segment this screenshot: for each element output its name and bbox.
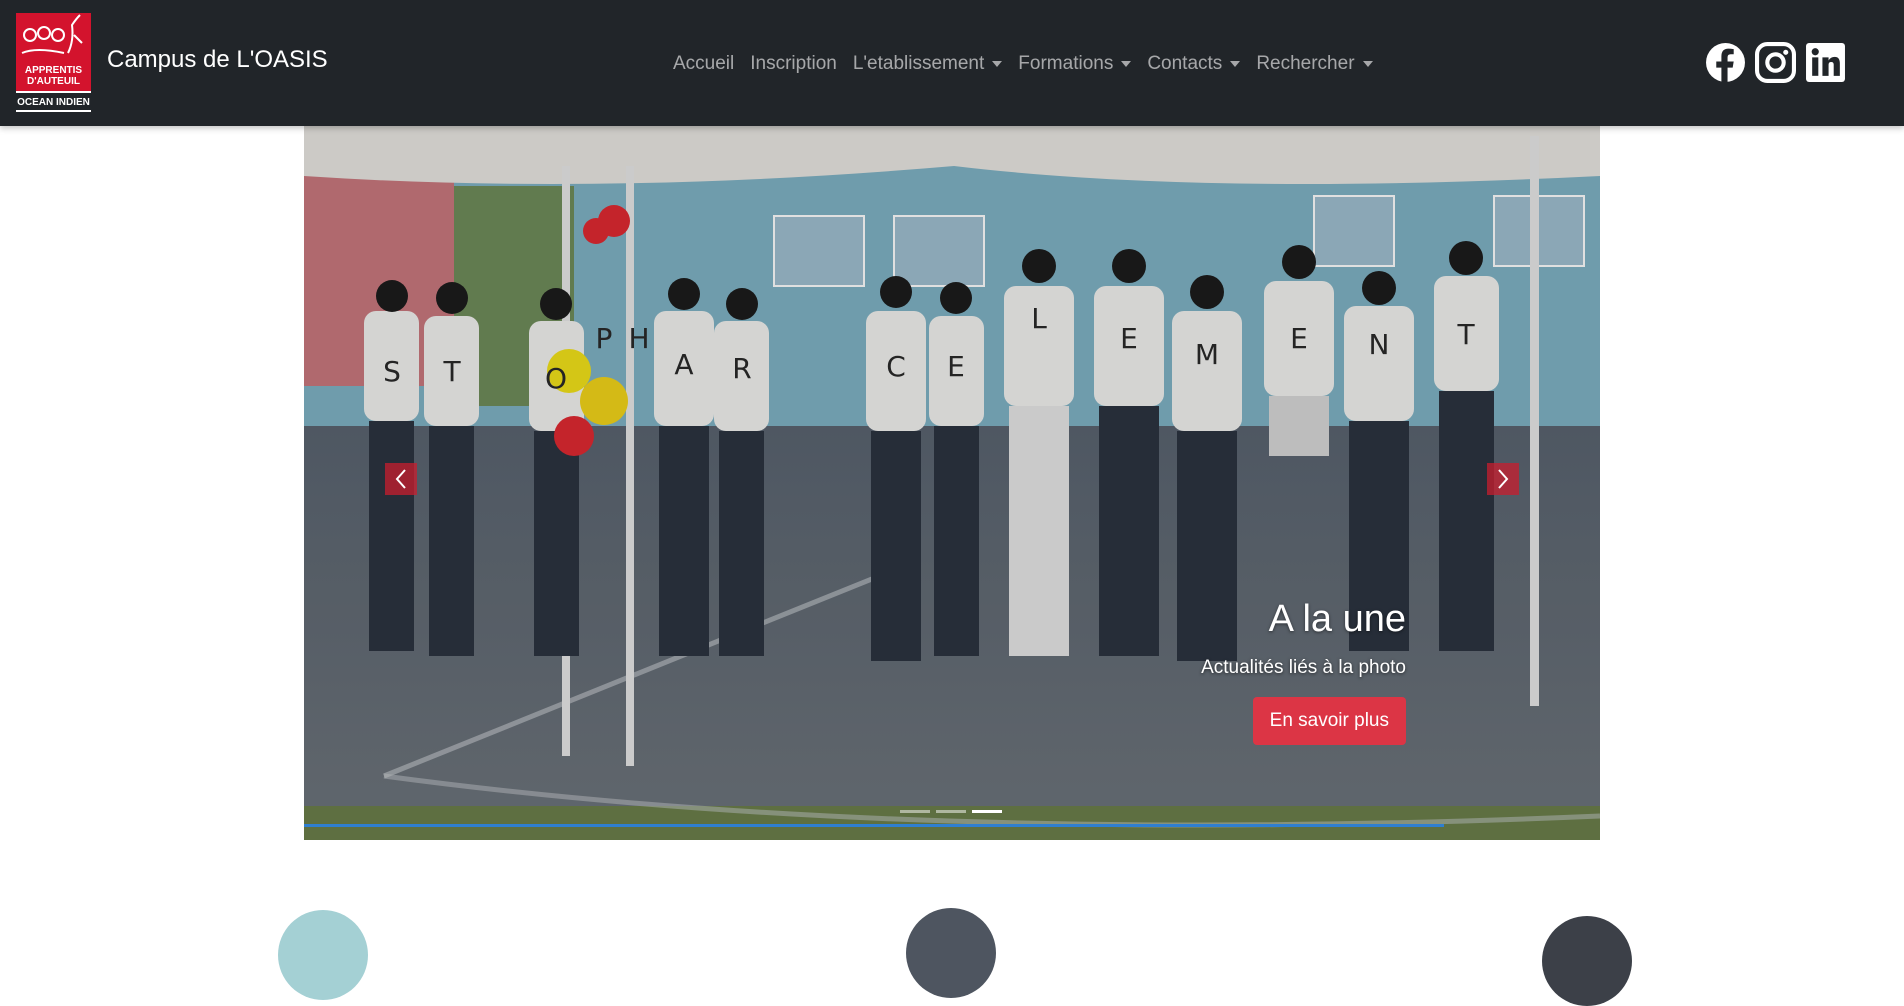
carousel-indicators <box>900 810 1002 813</box>
nav-rechercher-dropdown[interactable]: Rechercher <box>1248 50 1380 78</box>
slide-caption: A la une Actualités liés à la photo En s… <box>1201 596 1406 745</box>
nav-inscription[interactable]: Inscription <box>742 50 845 78</box>
logo-text-line2: D'AUTEUIL <box>27 76 80 87</box>
caret-down-icon <box>1230 61 1241 67</box>
logo-text-line1: APPRENTIS <box>24 65 83 76</box>
caret-down-icon <box>992 61 1003 67</box>
caption-title: A la une <box>1268 598 1406 640</box>
instagram-icon[interactable] <box>1755 42 1796 83</box>
chevron-left-icon <box>395 469 406 489</box>
nav-label: L'etablissement <box>852 53 985 74</box>
feature-circle-image[interactable] <box>1542 916 1632 1006</box>
learn-more-button[interactable]: En savoir plus <box>1252 697 1406 745</box>
facebook-icon[interactable] <box>1705 42 1746 83</box>
nav-label: Inscription <box>750 53 837 74</box>
caret-down-icon <box>1121 61 1132 67</box>
nav-label: Formations <box>1018 53 1114 74</box>
nav-label: Contacts <box>1147 53 1223 74</box>
nav-etablissement-dropdown[interactable]: L'etablissement <box>845 50 1010 78</box>
logo-subtitle: OCEAN INDIEN <box>16 93 91 112</box>
carousel-indicator-3[interactable] <box>972 810 1002 813</box>
logo-red-block: APPRENTIS D'AUTEUIL <box>16 13 91 91</box>
linkedin-icon[interactable] <box>1805 42 1846 83</box>
carousel-prev-button[interactable] <box>385 463 417 495</box>
carousel-next-button[interactable] <box>1487 463 1519 495</box>
social-links <box>1705 42 1846 83</box>
nav-label: Accueil <box>673 53 735 74</box>
apprentis-auteuil-logo[interactable]: APPRENTIS D'AUTEUIL OCEAN INDIEN <box>16 13 91 112</box>
carousel-indicator-1[interactable] <box>900 810 930 813</box>
nav-contacts-dropdown[interactable]: Contacts <box>1139 50 1248 78</box>
nav-accueil[interactable]: Accueil <box>665 50 742 78</box>
feature-circle-image[interactable] <box>278 910 368 1000</box>
caption-text: Actualités liés à la photo <box>1201 657 1406 678</box>
main-nav: Accueil Inscription L'etablissement Form… <box>665 50 1381 78</box>
feature-circle-image[interactable] <box>906 908 996 998</box>
caret-down-icon <box>1362 61 1373 67</box>
site-title[interactable]: Campus de L'OASIS <box>107 46 328 74</box>
chevron-right-icon <box>1498 469 1509 489</box>
slide-progress-bar <box>304 824 1445 827</box>
carousel-indicator-2[interactable] <box>936 810 966 813</box>
top-navbar: APPRENTIS D'AUTEUIL OCEAN INDIEN Campus … <box>0 0 1904 126</box>
hero-carousel: S T O P H A R C E L E M E N T A la une A… <box>304 126 1600 840</box>
nav-formations-dropdown[interactable]: Formations <box>1010 50 1139 78</box>
nav-label: Rechercher <box>1256 53 1355 74</box>
